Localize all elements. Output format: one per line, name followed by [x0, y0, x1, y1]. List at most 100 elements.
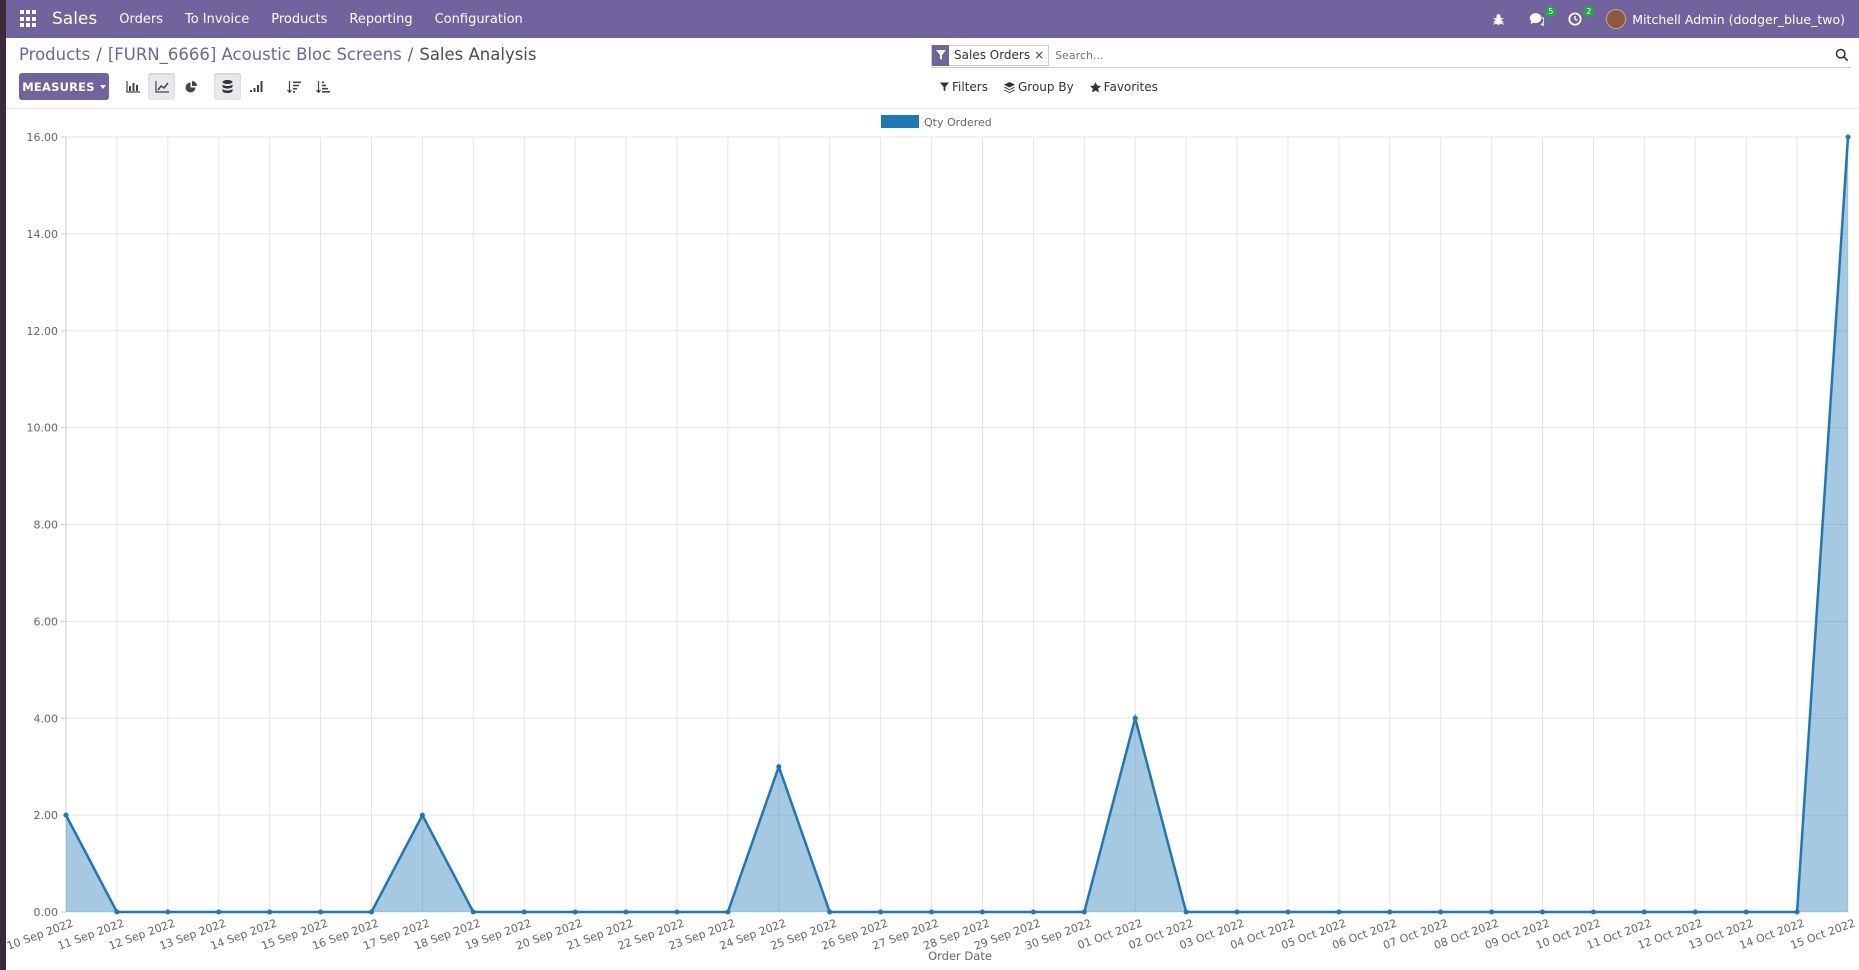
sort-descending-button[interactable] [280, 73, 307, 100]
data-point [979, 909, 985, 915]
filter-icon [940, 82, 949, 92]
data-point [1387, 909, 1393, 915]
data-point [1438, 909, 1444, 915]
data-point [165, 909, 171, 915]
legend-swatch [881, 115, 919, 128]
sort-ascending-button[interactable] [309, 73, 336, 100]
y-tick-label: 2.00 [34, 809, 59, 822]
data-point [1030, 909, 1036, 915]
filter-funnel-icon [932, 44, 949, 66]
data-point [929, 909, 935, 915]
y-tick-label: 10.00 [27, 422, 59, 435]
data-point [1081, 909, 1087, 915]
data-point [267, 909, 273, 915]
favorites-button[interactable]: Favorites [1089, 80, 1158, 94]
y-tick-label: 4.00 [34, 712, 59, 725]
data-point [1489, 909, 1495, 915]
data-point [1132, 715, 1138, 721]
data-point [1285, 909, 1291, 915]
menu-products[interactable]: Products [271, 12, 327, 27]
graph-view: 0.00 2.00 4.00 6.00 8.00 10.00 12.00 14.00 16.00… [5, 110, 1859, 970]
data-point [572, 909, 578, 915]
data-point [1336, 909, 1342, 915]
data-point [1743, 909, 1749, 915]
activities-badge: 2 [1583, 6, 1595, 17]
user-menu[interactable]: Mitchell Admin (dodger_blue_two) [1632, 12, 1845, 27]
data-point [521, 909, 527, 915]
breadcrumb-current: Sales Analysis [419, 45, 537, 64]
menu-orders[interactable]: Orders [119, 12, 163, 27]
groupby-button[interactable]: Group By [1003, 80, 1074, 94]
breadcrumb-separator: / [96, 45, 102, 64]
data-point [216, 909, 222, 915]
breadcrumb-products[interactable]: Products [19, 45, 90, 64]
legend-label: Qty Ordered [924, 116, 992, 129]
breadcrumb-product-record[interactable]: [FURN_6666] Acoustic Bloc Screens [108, 45, 402, 64]
y-tick-label: 14.00 [27, 228, 59, 241]
data-point [674, 909, 680, 915]
menu-configuration[interactable]: Configuration [435, 12, 523, 27]
data-point [1845, 134, 1851, 140]
line-chart: 0.00 2.00 4.00 6.00 8.00 10.00 12.00 14.00 16.00… [5, 115, 1857, 963]
y-tick-label: 6.00 [34, 615, 59, 628]
database-stack-icon [222, 80, 233, 93]
data-point [776, 764, 782, 770]
data-point [1183, 909, 1189, 915]
menu-reporting[interactable]: Reporting [349, 12, 412, 27]
facet-remove-icon[interactable]: × [1034, 48, 1048, 62]
y-tick-label: 8.00 [34, 519, 59, 532]
bar-chart-icon [125, 80, 140, 93]
pie-chart-icon [185, 80, 197, 92]
messages-icon[interactable]: 5 [1529, 6, 1557, 26]
data-point [318, 909, 324, 915]
filters-label: Filters [952, 80, 988, 94]
data-point [878, 909, 884, 915]
control-panel-divider [6, 108, 1859, 109]
search-bar: Sales Orders × [931, 43, 1851, 68]
bar-chart-button[interactable] [119, 73, 146, 100]
messages-badge: 5 [1545, 6, 1557, 17]
data-point [1692, 909, 1698, 915]
data-point [1794, 909, 1800, 915]
data-point [1540, 909, 1546, 915]
stacked-button[interactable] [214, 73, 241, 100]
x-axis-label: Order Date [928, 949, 992, 963]
search-input[interactable] [1055, 48, 1835, 62]
cumulative-button[interactable] [243, 73, 270, 100]
sort-amount-desc-icon [286, 80, 301, 93]
breadcrumb: Products / [FURN_6666] Acoustic Bloc Scree… [19, 45, 537, 64]
search-icon[interactable] [1835, 48, 1849, 62]
data-point [419, 812, 425, 818]
sort-amount-asc-icon [315, 80, 330, 93]
y-tick-label: 12.00 [27, 325, 59, 338]
y-tick-label: 0.00 [34, 906, 59, 919]
line-chart-icon [154, 80, 169, 93]
line-chart-button[interactable] [148, 73, 175, 100]
data-point [827, 909, 833, 915]
filters-button[interactable]: Filters [940, 80, 988, 94]
data-point [1590, 909, 1596, 915]
apps-menu-icon[interactable] [20, 10, 38, 28]
data-point [1234, 909, 1240, 915]
measures-button[interactable]: MEASURES [19, 73, 109, 100]
data-point [368, 909, 374, 915]
data-point [1641, 909, 1647, 915]
search-panel-toggles: Filters Group By Favorites [940, 80, 1174, 94]
data-point [470, 909, 476, 915]
search-facet: Sales Orders × [931, 44, 1050, 66]
data-point [114, 909, 120, 915]
star-icon [1089, 81, 1101, 92]
groupby-label: Group By [1017, 80, 1074, 94]
debug-bug-icon[interactable] [1492, 13, 1505, 26]
graph-mode-toolbar [119, 73, 338, 100]
app-brand[interactable]: Sales [52, 9, 97, 29]
breadcrumb-separator: / [407, 45, 414, 64]
menu-to-invoice[interactable]: To Invoice [185, 12, 249, 27]
measures-label: MEASURES [22, 79, 95, 94]
user-avatar[interactable] [1606, 9, 1627, 29]
activities-clock-icon[interactable]: 2 [1568, 6, 1595, 26]
pie-chart-button[interactable] [177, 73, 204, 100]
signal-bars-icon [250, 81, 263, 92]
main-navbar: Sales Orders To Invoice Products Reporti… [6, 0, 1859, 38]
favorites-label: Favorites [1103, 80, 1158, 94]
